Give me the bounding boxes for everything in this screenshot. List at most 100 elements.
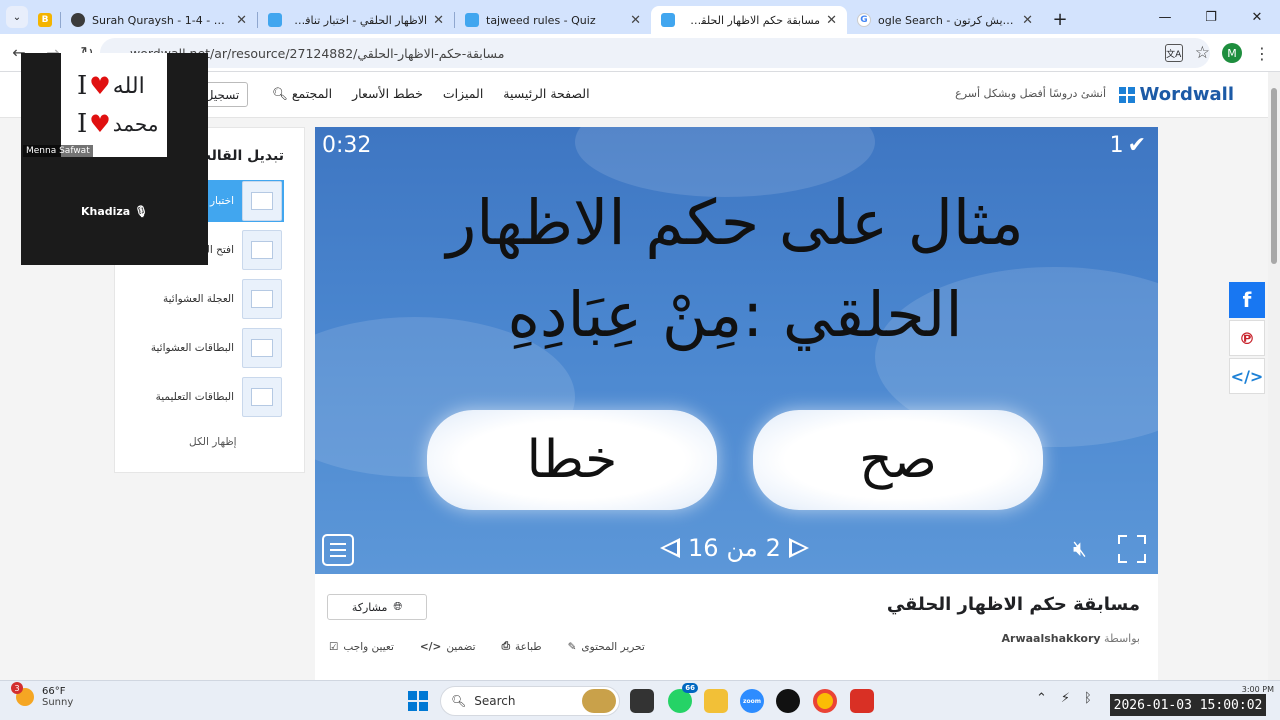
search-icon: 🔍︎	[451, 694, 467, 708]
window-controls: — ❐ ✕	[1142, 0, 1280, 34]
chevron-up-icon[interactable]: ⌃	[1036, 691, 1047, 706]
embed-share-icon[interactable]: </>	[1229, 358, 1265, 394]
author-link[interactable]: Arwaalshakkory	[1002, 632, 1101, 645]
close-icon[interactable]: ✕	[630, 13, 641, 28]
profile-avatar[interactable]: M	[1222, 43, 1242, 63]
sun-icon: 3	[11, 682, 34, 706]
task-view-icon[interactable]	[630, 689, 654, 713]
checkmark-icon: ✔	[1127, 133, 1146, 158]
template-thumbnail	[242, 230, 282, 270]
tab-google-search[interactable]: G ogle Search - قبيلة قريش كرتون ✕	[847, 6, 1043, 34]
bookmark-star-icon[interactable]: ☆	[1195, 43, 1210, 63]
page-scrollbar[interactable]	[1268, 72, 1280, 680]
close-window-button[interactable]: ✕	[1234, 0, 1280, 34]
chrome-icon[interactable]	[813, 689, 837, 713]
tab-tajweed-quiz[interactable]: tajweed rules - Quiz ✕	[455, 6, 651, 34]
fullscreen-icon[interactable]	[1118, 535, 1146, 563]
activity-author: بواسطة Arwaalshakkory	[1001, 632, 1140, 645]
game-stage[interactable]: 0:32 1 ✔ مثال على حكم الاظهار الحلقي :مِ…	[315, 127, 1158, 574]
facebook-share-icon[interactable]: f	[1229, 282, 1265, 318]
file-explorer-icon[interactable]	[704, 689, 728, 713]
close-icon[interactable]: ✕	[1022, 13, 1033, 28]
assign-button[interactable]: ☑ تعيين واجب	[329, 640, 394, 653]
pdf-reader-icon[interactable]	[850, 689, 874, 713]
google-favicon-icon: G	[857, 13, 871, 27]
site-nav: الصفحة الرئيسية الميزات خطط الأسعار المج…	[272, 86, 590, 102]
game-timer: 0:32	[322, 133, 372, 158]
translate-icon[interactable]: 文A	[1164, 44, 1183, 62]
network-icon[interactable]: ⚡︎	[1061, 691, 1070, 706]
edit-content-button[interactable]: ✎ تحرير المحتوى	[568, 640, 645, 653]
windows-start-icon[interactable]	[408, 691, 428, 711]
address-bar[interactable]: wordwall.net/ar/resource/27124882/مسابقة…	[100, 38, 1210, 68]
template-thumbnail	[242, 181, 282, 221]
minimize-button[interactable]: —	[1142, 0, 1188, 34]
windows-taskbar: 3 66°F Sunny 🔍︎ Search 66 zoom ⌃ ⚡︎ ᛒ 3:…	[0, 680, 1280, 720]
previous-question-icon[interactable]	[788, 538, 809, 558]
mute-icon[interactable]: 🔇︎	[1073, 537, 1087, 562]
nav-home[interactable]: الصفحة الرئيسية	[503, 86, 589, 102]
weather-widget[interactable]: 3 66°F Sunny	[11, 682, 73, 708]
participant-name-2: Khadiza 🎙	[80, 205, 149, 218]
answer-true-button[interactable]: صح	[753, 410, 1043, 510]
search-icon: 🔍︎	[272, 86, 288, 101]
site-tagline: أنشئ دروسًا أفضل وبشكل أسرع	[955, 87, 1106, 100]
tab-favicon: B	[38, 13, 52, 27]
template-switcher-title: تبديل القالب	[196, 148, 284, 164]
participant-name-1: Menna Safwat	[23, 145, 93, 157]
video-call-overlay[interactable]: I ♥ الله I ♥ محمد Menna Safwat Khadiza 🎙	[21, 53, 208, 265]
wordwall-favicon-icon	[661, 13, 675, 27]
tab-b[interactable]: B	[28, 6, 60, 34]
nav-pricing[interactable]: خطط الأسعار	[352, 86, 423, 102]
close-icon[interactable]: ✕	[433, 13, 444, 28]
love-allah-graphic: I ♥ الله	[77, 71, 145, 101]
game-menu-button[interactable]	[322, 534, 354, 566]
embed-button[interactable]: </> تضمين	[420, 640, 476, 653]
wordwall-favicon-icon	[268, 13, 282, 27]
pencil-icon: ✎	[567, 640, 577, 653]
tab-quran[interactable]: Surah Quraysh - 1-4 - Quran.co ✕	[61, 6, 257, 34]
zoom-icon[interactable]: zoom	[740, 689, 764, 713]
tab-ww-competitive[interactable]: الاظهار الحلقي - اختبار تنافسي ✕	[258, 6, 454, 34]
template-item-random-cards[interactable]: البطاقات العشوائية	[151, 327, 282, 369]
tab-active-quiz[interactable]: مسابقة حكم الاظهار الحلقي - اختبا ✕	[651, 6, 847, 34]
chatgpt-icon[interactable]	[776, 689, 800, 713]
activity-info: مسابقة حكم الاظهار الحلقي بواسطة Arwaals…	[315, 574, 1158, 680]
show-all-link[interactable]: إظهار الكل	[189, 436, 237, 448]
checkbox-icon: ☑	[329, 640, 339, 653]
search-highlight-icon[interactable]	[582, 689, 616, 713]
template-thumbnail	[242, 377, 282, 417]
question-text: مثال على حكم الاظهار الحلقي :مِنْ عِبَاد…	[446, 186, 1024, 351]
template-item-random-wheel[interactable]: العجلة العشوائية	[163, 278, 282, 320]
nav-community[interactable]: المجتمع 🔍︎	[272, 86, 332, 102]
close-icon[interactable]: ✕	[826, 13, 837, 28]
tab-title: tajweed rules - Quiz	[486, 13, 596, 27]
close-icon[interactable]: ✕	[236, 13, 247, 28]
template-item-flashcards[interactable]: البطاقات التعليمية	[156, 376, 282, 418]
share-button[interactable]: 🌐︎ مشاركة	[327, 594, 427, 620]
bluetooth-icon[interactable]: ᛒ	[1084, 691, 1092, 706]
tab-title: الاظهار الحلقي - اختبار تنافسي	[289, 13, 428, 27]
browser-menu-icon[interactable]: ⋮	[1254, 44, 1270, 63]
wordwall-logo[interactable]: Wordwall	[1118, 84, 1234, 105]
next-question-icon[interactable]	[660, 538, 680, 558]
printer-icon: ⎙	[501, 640, 510, 652]
maximize-button[interactable]: ❐	[1188, 0, 1234, 34]
activity-title: مسابقة حكم الاظهار الحلقي	[886, 594, 1140, 615]
datetime-overlay: 2026-01-03 15:00:02	[1110, 694, 1266, 716]
nav-features[interactable]: الميزات	[443, 86, 483, 102]
tab-title: ogle Search - قبيلة قريش كرتون	[878, 13, 1016, 27]
wordwall-favicon-icon	[465, 13, 479, 27]
globe-icon: 🌐︎	[393, 600, 403, 613]
tab-search-button[interactable]: ⌄	[6, 6, 28, 28]
chevron-down-icon: ⌄	[12, 11, 22, 23]
code-icon: </>	[419, 640, 442, 653]
print-button[interactable]: ⎙ طباعة	[502, 640, 542, 653]
answer-false-button[interactable]: خطا	[427, 410, 717, 510]
pinterest-share-icon[interactable]: ℗	[1229, 320, 1265, 356]
whatsapp-icon[interactable]: 66	[668, 683, 698, 713]
activity-actions: ☑ تعيين واجب </> تضمين ⎙ طباعة ✎ تحرير المحت…	[329, 640, 645, 653]
participant-video-tile: I ♥ الله I ♥ محمد	[61, 53, 167, 157]
new-tab-button[interactable]: +	[1047, 6, 1073, 32]
taskbar-clock[interactable]: 3:00 PM 2026-01-03 15:00:02	[1110, 681, 1280, 720]
